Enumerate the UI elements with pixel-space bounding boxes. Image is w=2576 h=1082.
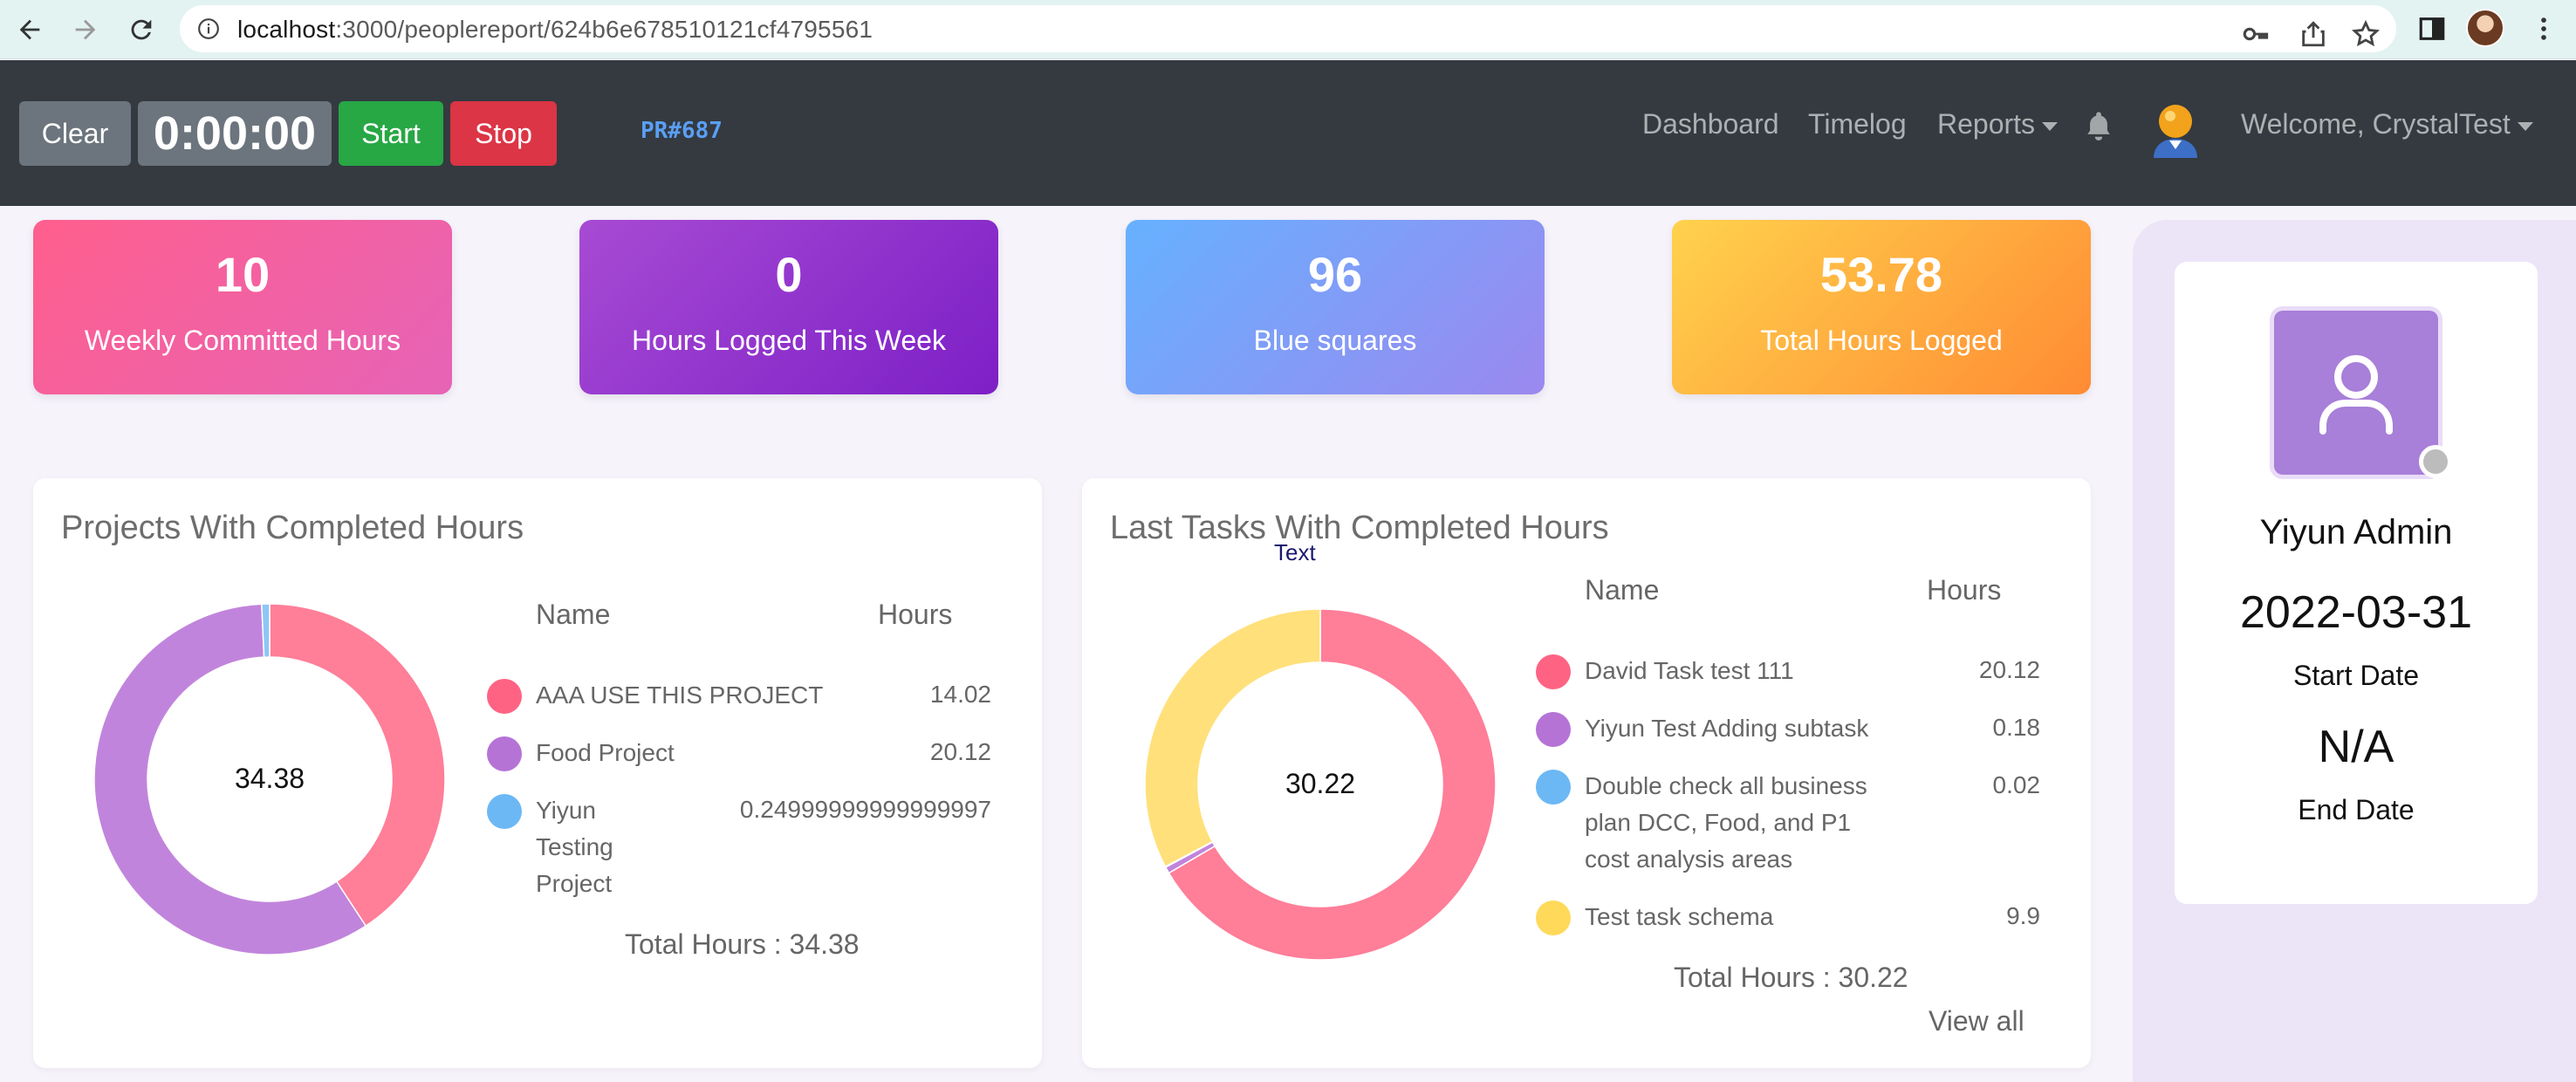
- row-hours: 0.24999999999999997: [739, 796, 991, 823]
- start-date-label: Start Date: [2292, 660, 2420, 691]
- legend-swatch: [487, 794, 522, 829]
- forward-icon[interactable]: [65, 9, 106, 51]
- pr-label: PR#687: [641, 118, 723, 144]
- row-name: Yiyun Testing Project: [536, 797, 613, 897]
- chevron-down-icon: [2042, 121, 2059, 131]
- profile-name: Yiyun Admin: [2259, 513, 2453, 551]
- share-icon[interactable]: [2299, 19, 2328, 49]
- row-name: Test task schema: [1585, 903, 1774, 930]
- nav-reports[interactable]: Reports: [1937, 108, 2059, 140]
- url-text: localhost:3000/peoplereport/624b6e678510…: [237, 16, 873, 44]
- end-date-value: N/A: [2318, 722, 2394, 772]
- stop-button[interactable]: Stop: [450, 101, 557, 166]
- legend-swatch: [1536, 770, 1571, 805]
- stat-value: 96: [1307, 247, 1363, 302]
- row-hours: 20.12: [929, 738, 991, 765]
- star-icon[interactable]: [2351, 19, 2381, 49]
- start-date-value: 2022-03-31: [2240, 587, 2472, 638]
- welcome-dropdown[interactable]: Welcome, CrystalTest: [2241, 108, 2533, 140]
- stat-label: Weekly Committed Hours: [84, 325, 401, 356]
- legend-swatch: [1536, 901, 1571, 935]
- back-icon[interactable]: [9, 9, 51, 51]
- clear-button[interactable]: Clear: [19, 101, 131, 166]
- profile-photo[interactable]: [2274, 311, 2438, 475]
- tasks-donut-chart: 30.22: [1143, 607, 1497, 962]
- row-hours: 0.18: [1992, 714, 2041, 741]
- user-avatar-icon[interactable]: [2148, 102, 2203, 160]
- stat-label: Hours Logged This Week: [632, 325, 946, 356]
- stat-card-blue-squares: 96 Blue squares: [1126, 220, 1545, 394]
- donut-center-value: 34.38: [234, 763, 305, 794]
- nav-timelog[interactable]: Timelog: [1808, 108, 1907, 140]
- stat-value: 10: [215, 247, 271, 302]
- welcome-label: Welcome, CrystalTest: [2241, 108, 2511, 140]
- legend-swatch: [487, 679, 522, 714]
- nav-dashboard[interactable]: Dashboard: [1642, 108, 1779, 140]
- stat-label: Blue squares: [1253, 325, 1417, 356]
- info-icon[interactable]: [197, 17, 220, 40]
- address-bar[interactable]: localhost:3000/peoplereport/624b6e678510…: [180, 5, 2396, 52]
- stat-value: 53.78: [1819, 247, 1943, 302]
- row-hours: 0.02: [1992, 771, 2041, 798]
- legend-swatch: [1536, 654, 1571, 689]
- reload-icon[interactable]: [120, 9, 162, 51]
- view-all-link[interactable]: View all: [1929, 1005, 2024, 1037]
- donut-center-value: 30.22: [1285, 768, 1356, 799]
- stat-label: Total Hours Logged: [1760, 325, 2003, 356]
- browser-profile-avatar[interactable]: [2466, 9, 2504, 47]
- user-icon: [2319, 355, 2393, 435]
- col-header-hours: Hours: [1927, 574, 2002, 606]
- browser-toolbar: localhost:3000/peoplereport/624b6e678510…: [0, 0, 2576, 59]
- panel-title: Projects With Completed Hours: [61, 510, 524, 546]
- row-name: AAA USE THIS PROJECT: [536, 681, 824, 709]
- projects-panel: Projects With Completed Hours 34.38 Name…: [33, 478, 1042, 1068]
- row-hours: 14.02: [929, 681, 991, 708]
- projects-donut-chart: 34.38: [92, 602, 447, 956]
- stat-card-weekly-committed: 10 Weekly Committed Hours: [33, 220, 452, 394]
- projects-total: Total Hours : 34.38: [625, 928, 860, 960]
- row-hours: 20.12: [1978, 656, 2040, 683]
- end-date-label: End Date: [2298, 794, 2415, 825]
- col-header-hours: Hours: [878, 599, 953, 630]
- status-indicator: [2419, 445, 2452, 478]
- chevron-down-icon: [2517, 121, 2533, 131]
- tasks-total: Total Hours : 30.22: [1674, 962, 1908, 993]
- app-navbar: Clear 0:00:00 Start Stop PR#687 Dashboar…: [0, 60, 2576, 206]
- key-icon[interactable]: [2241, 19, 2271, 49]
- legend-swatch: [1536, 712, 1571, 747]
- timer-display: 0:00:00: [138, 101, 332, 166]
- panel-title: Last Tasks With Completed Hours: [1110, 510, 1609, 546]
- tasks-panel: Last Tasks With Completed Hours Text 30.…: [1082, 478, 2091, 1068]
- sidebar-icon[interactable]: [2417, 14, 2447, 44]
- nav-reports-label: Reports: [1937, 108, 2036, 140]
- start-button[interactable]: Start: [339, 101, 443, 166]
- stat-card-hours-this-week: 0 Hours Logged This Week: [579, 220, 998, 394]
- url-path: :3000/peoplereport/624b6e678510121cf4795…: [335, 16, 874, 43]
- col-header-name: Name: [1585, 574, 1660, 606]
- col-header-name: Name: [536, 599, 611, 630]
- donut-slice-3[interactable]: [1144, 608, 1321, 868]
- row-name: Food Project: [536, 739, 675, 766]
- legend-swatch: [487, 736, 522, 771]
- stat-card-total-hours: 53.78 Total Hours Logged: [1672, 220, 2091, 394]
- profile-card: Yiyun Admin 2022-03-31 Start Date N/A En…: [2175, 262, 2538, 904]
- row-name: Double check all business plan DCC, Food…: [1585, 772, 1867, 873]
- bell-icon[interactable]: [2084, 109, 2114, 142]
- menu-icon[interactable]: [2529, 14, 2559, 44]
- url-host: localhost: [237, 16, 336, 43]
- stat-value: 0: [775, 247, 803, 302]
- row-hours: 9.9: [2006, 902, 2040, 929]
- chart-text-label: Text: [1274, 539, 1316, 565]
